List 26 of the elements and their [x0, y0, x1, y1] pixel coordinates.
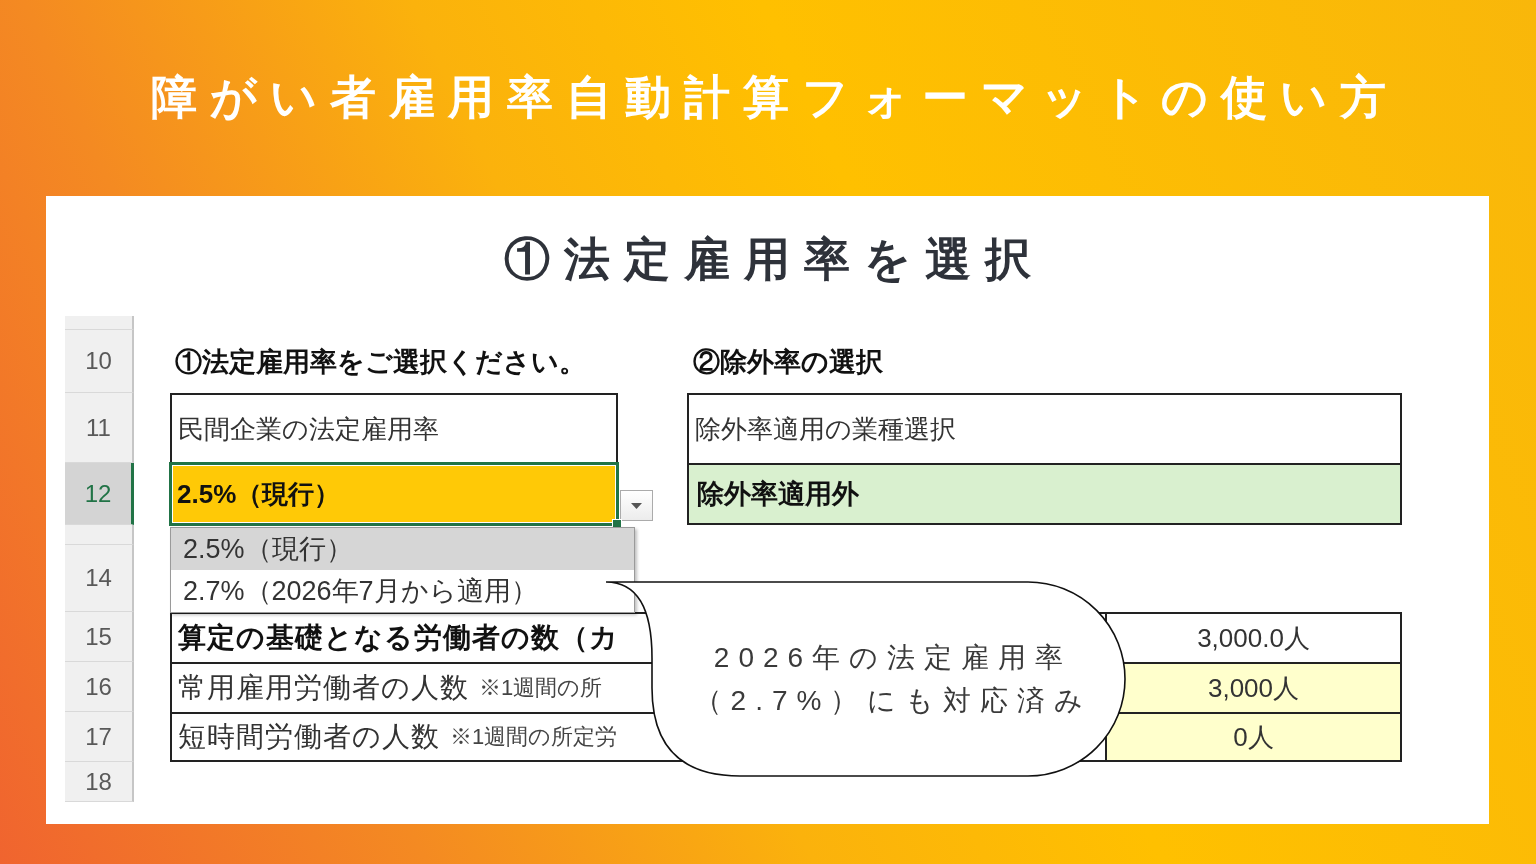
table-cell: 除外率適用外 [687, 463, 1402, 525]
page-title: 障がい者雇用率自動計算フォーマットの使い方 [149, 70, 1399, 125]
row-header[interactable]: 14 [65, 545, 134, 612]
section-heading: ①法定雇用率をご選択ください。 [175, 345, 586, 379]
row-label: 算定の基礎となる労働者の数（カ [178, 621, 619, 655]
row-header[interactable]: 16 [65, 662, 134, 712]
panel-heading: ①法定雇用率を選択 [503, 232, 1045, 287]
dropdown-option[interactable]: 2.5%（現行） [171, 528, 634, 570]
dropdown-button[interactable] [620, 490, 653, 521]
table-cell: 0人 [1105, 712, 1402, 762]
caret-icon [631, 502, 642, 509]
row-header[interactable]: 18 [65, 762, 134, 802]
row-header[interactable]: 11 [65, 393, 134, 463]
callout-text: 2026年の法定雇用率 [712, 640, 1073, 675]
row-header[interactable]: 12 [65, 463, 134, 525]
row-note: ※1週間の所 [479, 674, 603, 702]
section-heading: ②除外率の選択 [693, 345, 883, 379]
row-note: ※1週間の所定労 [450, 723, 618, 751]
row-header[interactable]: 15 [65, 612, 134, 662]
row-header[interactable]: 17 [65, 712, 134, 762]
row-label: 短時間労働者の人数 [178, 720, 440, 754]
dropdown-option[interactable]: 2.7%（2026年7月から適用） [171, 570, 634, 612]
table-cell: 3,000.0人 [1105, 612, 1402, 662]
row-label: 常用雇用労働者の人数 [178, 671, 469, 705]
callout-text: （2.7%）にも対応済み [692, 683, 1093, 718]
row-header[interactable]: 10 [65, 330, 134, 393]
